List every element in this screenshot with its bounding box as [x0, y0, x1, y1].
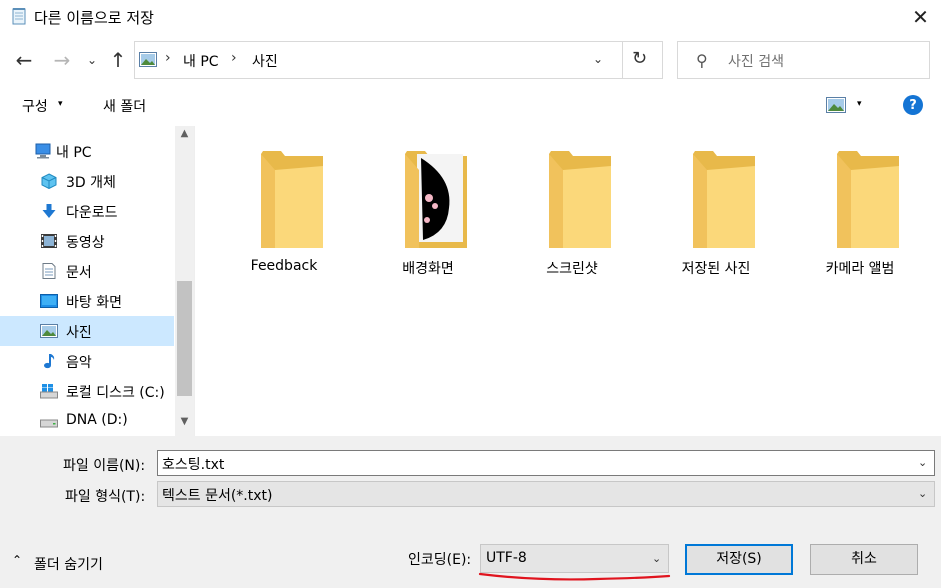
- picture-icon: [139, 52, 157, 67]
- new-folder-button[interactable]: 새 폴더: [103, 96, 146, 116]
- forward-button[interactable]: →: [50, 48, 74, 72]
- help-icon: ?: [909, 97, 917, 113]
- nav-scrollbar[interactable]: ▲ ▼: [175, 126, 194, 436]
- navigation-pane: 내 PC 3D 개체 다운로드 동영상 문서 바탕 화면 사진 음악 로컬 디스…: [0, 126, 195, 436]
- organize-button[interactable]: 구성: [22, 96, 48, 116]
- computer-icon: [35, 143, 51, 159]
- title-bar: 다른 이름으로 저장 ✕: [0, 0, 941, 36]
- windows-drive-icon: [40, 384, 58, 399]
- folder-name: 스크린샷: [546, 261, 598, 277]
- notepad-icon: [12, 8, 26, 25]
- folder-thumbnail-icon: [405, 151, 467, 248]
- folder-icon: [837, 151, 899, 248]
- filename-label: 파일 이름(N):: [63, 458, 146, 474]
- divider: [622, 42, 623, 78]
- sidebar-item-documents[interactable]: 문서: [0, 256, 174, 286]
- save-button[interactable]: 저장(S): [685, 544, 793, 575]
- search-input[interactable]: 사진 검색: [728, 51, 784, 71]
- folder-icon: [261, 151, 323, 248]
- sidebar-item-label: DNA (D:): [66, 412, 128, 428]
- picture-icon: [40, 324, 58, 338]
- sidebar-item-videos[interactable]: 동영상: [0, 226, 174, 256]
- sidebar-item-downloads[interactable]: 다운로드: [0, 196, 174, 226]
- caret-down-icon[interactable]: ▾: [857, 99, 862, 109]
- sidebar-item-label: 음악: [66, 355, 92, 371]
- chevron-down-icon[interactable]: ⌄: [593, 52, 603, 66]
- scroll-down-icon[interactable]: ▼: [175, 416, 194, 427]
- chevron-up-icon[interactable]: ⌃: [12, 553, 22, 567]
- view-mode-icon[interactable]: [826, 97, 846, 113]
- sidebar-item-label: 문서: [66, 265, 92, 281]
- sidebar-item-local-disk-c[interactable]: 로컬 디스크 (C:): [0, 376, 174, 406]
- back-button[interactable]: ←: [12, 48, 36, 72]
- breadcrumb-my-pc[interactable]: 내 PC: [183, 51, 219, 71]
- music-note-icon: [44, 354, 55, 369]
- folder-item[interactable]: 스크린샷: [512, 146, 632, 286]
- close-button[interactable]: ✕: [900, 0, 941, 34]
- sidebar-item-music[interactable]: 음악: [0, 346, 174, 376]
- folder-icon: [549, 151, 611, 248]
- caret-down-icon[interactable]: ▾: [58, 99, 63, 109]
- folder-name: 카메라 앨범: [825, 261, 895, 277]
- folder-name: 저장된 사진: [681, 261, 751, 277]
- breadcrumb-pictures[interactable]: 사진: [252, 51, 278, 71]
- filename-input[interactable]: 호스팅.txt: [157, 450, 935, 476]
- sidebar-item-dna-d[interactable]: DNA (D:): [0, 406, 174, 436]
- chevron-down-icon[interactable]: ⌄: [918, 456, 927, 469]
- filetype-select[interactable]: 텍스트 문서(*.txt): [157, 481, 935, 507]
- up-button[interactable]: ↑: [106, 48, 130, 72]
- up-arrow-icon: ↑: [109, 48, 127, 72]
- breadcrumb-separator[interactable]: ›: [231, 50, 237, 66]
- cancel-button[interactable]: 취소: [810, 544, 918, 575]
- sidebar-item-label: 사진: [66, 325, 92, 341]
- scroll-up-icon[interactable]: ▲: [175, 128, 194, 139]
- folder-item[interactable]: 배경화면: [368, 146, 488, 286]
- download-arrow-icon: [42, 204, 56, 218]
- film-icon: [41, 234, 57, 248]
- save-options-panel: 파일 이름(N): 호스팅.txt ⌄ 파일 형식(T): 텍스트 문서(*.t…: [0, 436, 941, 588]
- document-icon: [42, 263, 56, 279]
- folder-item[interactable]: Feedback: [224, 146, 344, 286]
- folder-item[interactable]: 저장된 사진: [656, 146, 776, 286]
- folder-item[interactable]: 카메라 앨범: [800, 146, 920, 286]
- back-arrow-icon: ←: [15, 48, 33, 72]
- refresh-icon[interactable]: ↻: [632, 48, 647, 69]
- chevron-down-icon: ⌄: [86, 53, 98, 67]
- sidebar-item-label: 바탕 화면: [66, 295, 122, 311]
- scrollbar-thumb[interactable]: [177, 281, 192, 396]
- window-title: 다른 이름으로 저장: [34, 9, 154, 27]
- encoding-label: 인코딩(E):: [408, 552, 472, 568]
- forward-arrow-icon: →: [53, 48, 71, 72]
- search-icon: ⚲: [696, 51, 708, 70]
- sidebar-item-label: 로컬 디스크 (C:): [66, 385, 165, 401]
- recent-locations-button[interactable]: ⌄: [84, 48, 100, 72]
- hide-folders-button[interactable]: 폴더 숨기기: [34, 554, 103, 574]
- sidebar-item-pictures[interactable]: 사진: [0, 316, 174, 346]
- sidebar-item-label: 다운로드: [66, 205, 118, 221]
- sidebar-item-label: 내 PC: [56, 145, 92, 161]
- folder-name: Feedback: [250, 258, 318, 274]
- close-icon: ✕: [912, 5, 929, 29]
- folder-icon: [693, 151, 755, 248]
- sidebar-item-3d-objects[interactable]: 3D 개체: [0, 166, 174, 196]
- toolbar: 구성 ▾ 새 폴더 ▾ ?: [0, 88, 941, 125]
- sidebar-item-my-pc[interactable]: 내 PC: [0, 136, 174, 166]
- red-underline-annotation: [478, 572, 671, 581]
- cube-icon: [41, 173, 57, 189]
- drive-icon: [40, 419, 58, 428]
- desktop-icon: [40, 294, 58, 308]
- filetype-label: 파일 형식(T):: [65, 489, 146, 505]
- search-box[interactable]: ⚲ 사진 검색: [677, 41, 930, 79]
- address-bar[interactable]: › 내 PC › 사진 ⌄ ↻: [134, 41, 663, 79]
- sidebar-item-label: 동영상: [66, 235, 105, 251]
- sidebar-item-label: 3D 개체: [66, 175, 116, 191]
- help-button[interactable]: ?: [903, 95, 923, 115]
- chevron-down-icon[interactable]: ⌄: [918, 487, 927, 500]
- file-list: Feedback 배경화면 스크린샷 저장된 사진 카메라 앨범: [196, 126, 941, 436]
- breadcrumb-separator[interactable]: ›: [165, 50, 171, 66]
- folder-name: 배경화면: [402, 261, 454, 277]
- sidebar-item-desktop[interactable]: 바탕 화면: [0, 286, 174, 316]
- chevron-down-icon[interactable]: ⌄: [652, 552, 661, 565]
